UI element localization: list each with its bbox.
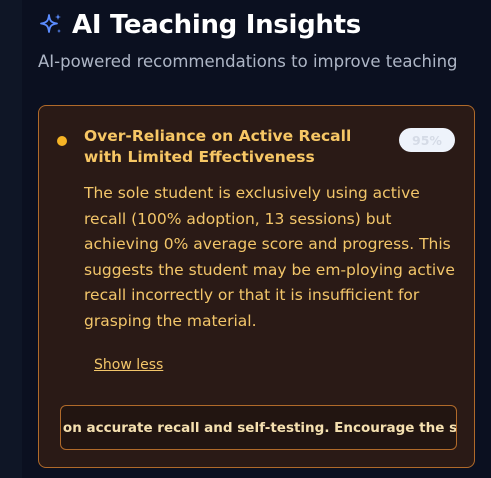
panel-header: AI Teaching Insights [38,10,361,40]
left-rail [0,0,22,478]
recommendation-text: Provide guidance on accurate recall and … [61,419,457,436]
insight-card: Over-Reliance on Active Recall with Limi… [38,105,475,468]
confidence-badge: 95% [399,128,455,152]
insight-title: Over-Reliance on Active Recall with Limi… [84,127,352,166]
sparkle-icon [38,12,64,38]
show-less-button[interactable]: Show less [94,357,163,373]
insight-description: The sole student is exclusively using ac… [84,184,455,330]
page-title: AI Teaching Insights [72,10,361,40]
page-subtitle: AI-powered recommendations to improve te… [38,52,458,71]
priority-dot-icon [57,136,67,146]
insights-panel: AI Teaching Insights AI-powered recommen… [0,0,491,478]
recommendation-box[interactable]: Provide guidance on accurate recall and … [60,405,457,450]
